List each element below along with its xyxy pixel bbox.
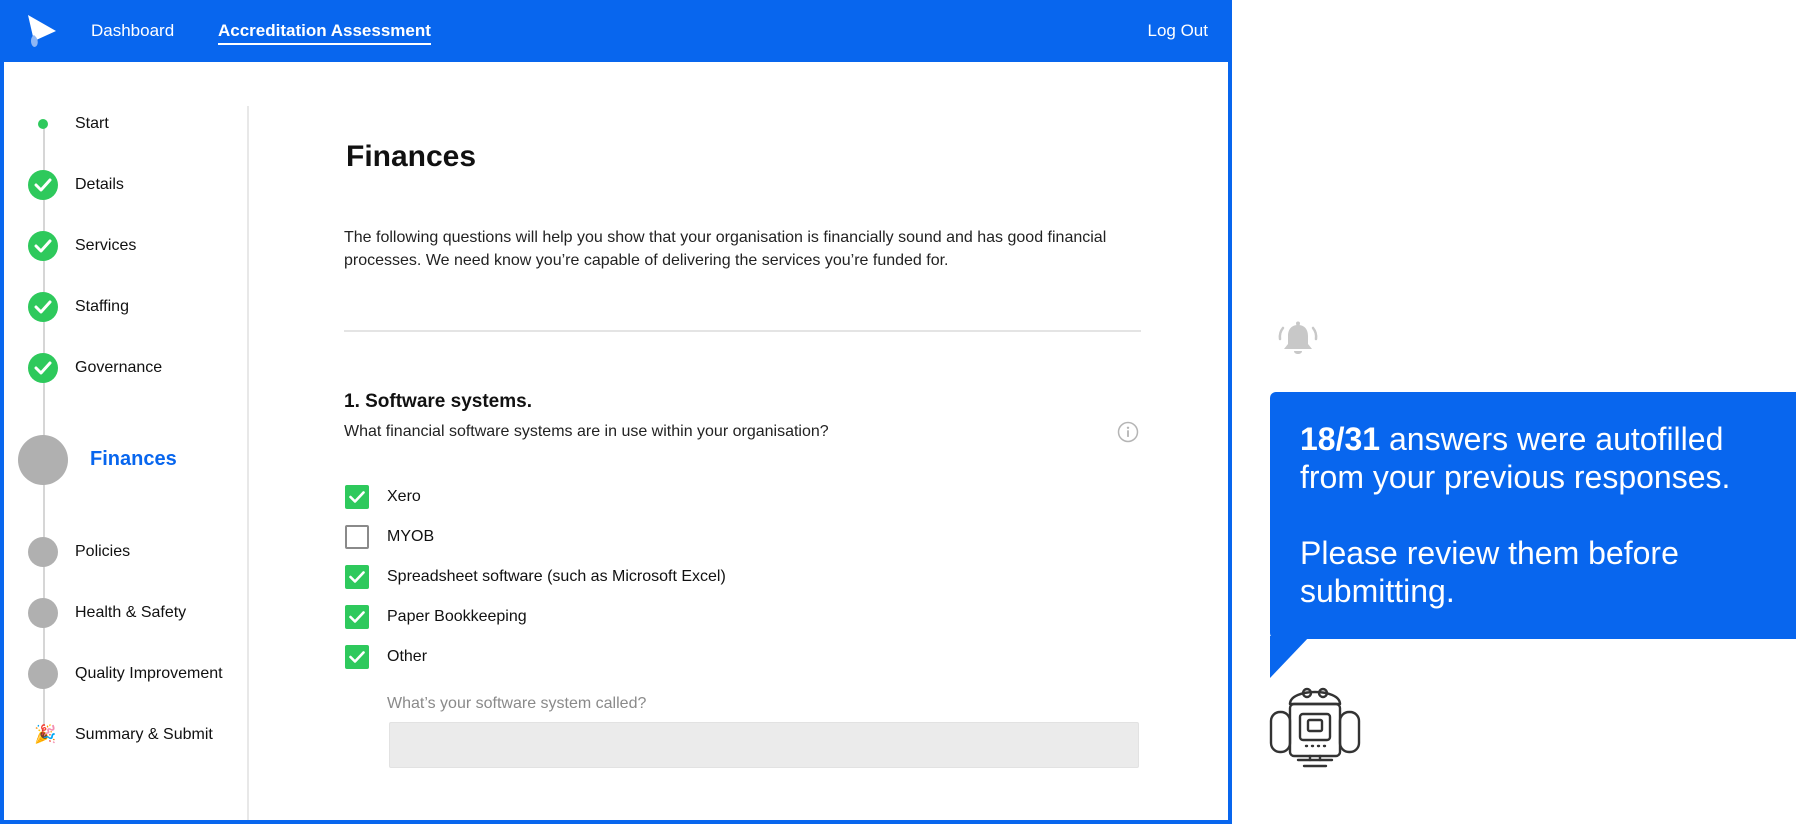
review-reminder-text: Please review them before submitting.	[1300, 535, 1679, 609]
app-window: Dashboard Accreditation Assessment Log O…	[0, 0, 1232, 824]
step-label: Health & Safety	[75, 604, 187, 621]
bell-ringing-icon	[1278, 321, 1318, 354]
step-policies[interactable]: Policies	[4, 532, 244, 572]
checkmark-icon	[28, 170, 58, 200]
nav-dashboard-link[interactable]: Dashboard	[91, 21, 174, 41]
page-title: Finances	[346, 140, 477, 173]
option-label: Xero	[387, 488, 421, 505]
question-title: 1. Software systems.	[344, 391, 532, 412]
info-icon[interactable]	[1117, 421, 1139, 443]
step-label: Quality Improvement	[75, 665, 223, 682]
step-summary-submit[interactable]: 🎉 Summary & Submit	[4, 715, 244, 755]
step-label: Details	[75, 176, 124, 193]
checkbox-checked-icon[interactable]	[345, 645, 369, 669]
step-label: Services	[75, 237, 137, 254]
step-health-safety[interactable]: Health & Safety	[4, 593, 244, 633]
section-intro-text: The following questions will help you sh…	[344, 229, 1107, 269]
log-out-link[interactable]: Log Out	[1148, 21, 1209, 41]
checkbox-checked-icon[interactable]	[345, 565, 369, 589]
step-services[interactable]: Services	[4, 226, 244, 266]
checkmark-icon	[28, 231, 58, 261]
stepper-rail	[43, 128, 45, 726]
option-xero[interactable]: Xero	[344, 484, 944, 510]
step-finances-current[interactable]: Finances	[4, 435, 244, 485]
pending-step-circle-icon	[28, 537, 58, 567]
option-myob[interactable]: MYOB	[344, 524, 944, 550]
option-spreadsheet[interactable]: Spreadsheet software (such as Microsoft …	[344, 564, 944, 590]
checkbox-checked-icon[interactable]	[345, 605, 369, 629]
step-label: Staffing	[75, 298, 129, 315]
current-step-circle-icon	[18, 435, 68, 485]
step-details[interactable]: Details	[4, 165, 244, 205]
option-paper-bookkeeping[interactable]: Paper Bookkeeping	[344, 604, 944, 630]
step-staffing[interactable]: Staffing	[4, 287, 244, 327]
section-divider	[344, 330, 1141, 332]
autofill-count: 18/31	[1300, 421, 1381, 457]
step-label: Policies	[75, 543, 131, 560]
autofill-notice-text: 18/31 answers were autofilled from your …	[1300, 420, 1790, 610]
nav-accreditation-assessment-link[interactable]: Accreditation Assessment	[218, 21, 431, 45]
party-popper-icon: 🎉	[34, 724, 57, 744]
checkmark-icon	[28, 292, 58, 322]
play-logo-icon[interactable]	[24, 13, 60, 49]
step-governance[interactable]: Governance	[4, 348, 244, 388]
top-nav-bar: Dashboard Accreditation Assessment Log O…	[4, 0, 1228, 62]
other-software-label: What’s your software system called?	[387, 695, 647, 712]
other-software-name-input[interactable]	[389, 722, 1139, 768]
step-label: Start	[75, 115, 109, 132]
checkbox-unchecked-icon[interactable]	[345, 525, 369, 549]
option-label: MYOB	[387, 528, 435, 545]
step-quality-improvement[interactable]: Quality Improvement	[4, 654, 244, 694]
autofill-notice-bubble: 18/31 answers were autofilled from your …	[1270, 392, 1796, 639]
option-other[interactable]: Other	[344, 644, 944, 670]
option-label: Other	[387, 648, 428, 665]
step-label: Governance	[75, 359, 163, 376]
progress-stepper: Start Details Services Staffing Governan…	[4, 62, 249, 820]
step-start[interactable]: Start	[4, 104, 244, 144]
pending-step-circle-icon	[28, 598, 58, 628]
question-text: What financial software systems are in u…	[344, 423, 829, 440]
step-start-dot-icon	[38, 119, 48, 129]
pending-step-circle-icon	[28, 659, 58, 689]
option-label: Paper Bookkeeping	[387, 608, 527, 625]
option-label: Spreadsheet software (such as Microsoft …	[387, 568, 726, 585]
checkbox-checked-icon[interactable]	[345, 485, 369, 509]
sidebar-divider	[247, 106, 249, 820]
step-label: Summary & Submit	[75, 726, 213, 743]
checkmark-icon	[28, 353, 58, 383]
step-label: Finances	[90, 448, 177, 470]
robot-assistant-icon	[1269, 687, 1361, 768]
speech-bubble-tail	[1270, 636, 1310, 678]
